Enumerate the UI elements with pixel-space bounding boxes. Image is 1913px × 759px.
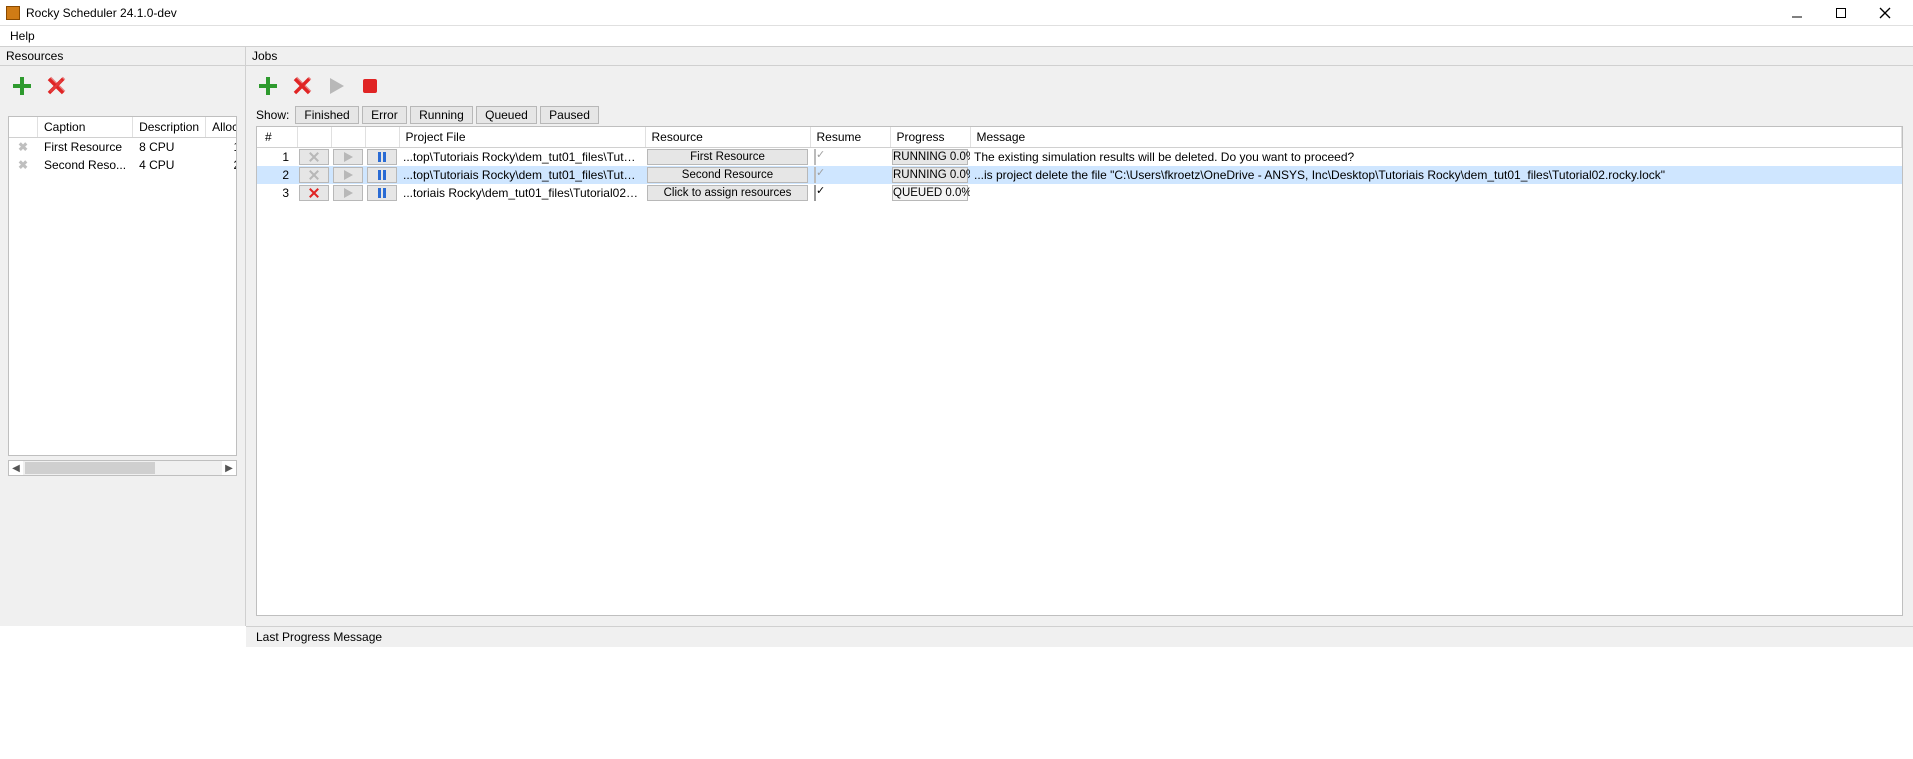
col-allocated[interactable]: Allocated	[206, 117, 237, 138]
job-row[interactable]: 3 ...toriais Rocky\dem_tut01_files\Tutori…	[257, 184, 1902, 202]
col-resume[interactable]: Resume	[810, 127, 890, 148]
close-button[interactable]	[1863, 0, 1907, 26]
col-message[interactable]: Message	[970, 127, 1902, 148]
resource-allocated: 2	[206, 156, 237, 174]
job-play-icon[interactable]	[333, 185, 363, 201]
job-message: ...is project delete the file "C:\Users\…	[970, 166, 1902, 184]
job-num: 3	[257, 184, 297, 202]
col-progress[interactable]: Progress	[890, 127, 970, 148]
resources-hscroll[interactable]: ◀ ▶	[8, 460, 237, 476]
col-num[interactable]: #	[257, 127, 297, 148]
job-pause-icon[interactable]	[367, 185, 397, 201]
minimize-button[interactable]	[1775, 0, 1819, 26]
job-resource-button[interactable]: First Resource	[647, 149, 808, 165]
statusbar: Last Progress Message	[246, 626, 1913, 647]
remove-job-button[interactable]	[290, 74, 314, 98]
resource-row[interactable]: ✖ Second Reso...4 CPU2	[9, 156, 237, 174]
scroll-right-icon[interactable]: ▶	[222, 461, 236, 475]
jobs-title: Jobs	[246, 46, 1913, 66]
delete-icon[interactable]: ✖	[15, 158, 31, 172]
job-resource-button[interactable]: Click to assign resources	[647, 185, 808, 201]
job-project-file: ...toriais Rocky\dem_tut01_files\Tutoria…	[399, 184, 645, 202]
add-resource-button[interactable]	[10, 74, 34, 98]
resource-allocated: 1	[206, 138, 237, 157]
col-blank	[9, 117, 38, 138]
job-project-file: ...top\Tutoriais Rocky\dem_tut01_files\T…	[399, 166, 645, 184]
col-resource[interactable]: Resource	[645, 127, 810, 148]
job-num: 2	[257, 166, 297, 184]
resources-toolbar	[0, 66, 245, 106]
job-cancel-icon[interactable]	[299, 149, 329, 165]
filter-finished[interactable]: Finished	[295, 106, 358, 124]
filter-bar: Show: Finished Error Running Queued Paus…	[246, 106, 1913, 124]
remove-resource-button[interactable]	[44, 74, 68, 98]
col-project[interactable]: Project File	[399, 127, 645, 148]
job-message	[970, 184, 1902, 202]
job-row[interactable]: 2 ...top\Tutoriais Rocky\dem_tut01_files\…	[257, 166, 1902, 184]
job-resume-checkbox[interactable]	[814, 149, 816, 165]
window-title: Rocky Scheduler 24.1.0-dev	[26, 6, 177, 20]
filter-running[interactable]: Running	[410, 106, 473, 124]
job-cancel-icon[interactable]	[299, 167, 329, 183]
job-play-icon[interactable]	[333, 149, 363, 165]
resources-title: Resources	[0, 46, 245, 66]
titlebar: Rocky Scheduler 24.1.0-dev	[0, 0, 1913, 26]
job-resource-button[interactable]: Second Resource	[647, 167, 808, 183]
resources-table[interactable]: Caption Description Allocated ✖ First Res…	[8, 116, 237, 456]
col-description[interactable]: Description	[133, 117, 206, 138]
resource-description: 8 CPU	[133, 138, 206, 157]
job-message: The existing simulation results will be …	[970, 148, 1902, 167]
resource-description: 4 CPU	[133, 156, 206, 174]
job-num: 1	[257, 148, 297, 167]
job-resume-checkbox[interactable]	[814, 167, 816, 183]
resources-panel: Resources Caption Description	[0, 46, 246, 626]
resource-caption: First Resource	[38, 138, 133, 157]
job-progress: RUNNING 0.0%	[892, 149, 968, 165]
job-project-file: ...top\Tutoriais Rocky\dem_tut01_files\T…	[399, 148, 645, 167]
play-button[interactable]	[324, 74, 348, 98]
job-progress: QUEUED 0.0%	[892, 185, 968, 201]
last-progress-label: Last Progress Message	[256, 630, 382, 644]
job-progress: RUNNING 0.0%	[892, 167, 968, 183]
job-resume-checkbox[interactable]	[814, 185, 816, 201]
jobs-table[interactable]: # Project File Resource Resume Progress …	[256, 126, 1903, 616]
filter-paused[interactable]: Paused	[540, 106, 599, 124]
resource-caption: Second Reso...	[38, 156, 133, 174]
resource-row[interactable]: ✖ First Resource8 CPU1	[9, 138, 237, 157]
filter-label: Show:	[256, 108, 289, 122]
add-job-button[interactable]	[256, 74, 280, 98]
app-icon	[6, 6, 20, 20]
job-pause-icon[interactable]	[367, 167, 397, 183]
filter-error[interactable]: Error	[362, 106, 407, 124]
scroll-left-icon[interactable]: ◀	[9, 461, 23, 475]
job-play-icon[interactable]	[333, 167, 363, 183]
delete-icon[interactable]: ✖	[15, 140, 31, 154]
jobs-panel: Jobs Show: Finished Error Running Queued…	[246, 46, 1913, 626]
job-row[interactable]: 1 ...top\Tutoriais Rocky\dem_tut01_files\…	[257, 148, 1902, 167]
filter-queued[interactable]: Queued	[476, 106, 537, 124]
col-caption[interactable]: Caption	[38, 117, 133, 138]
jobs-toolbar	[246, 66, 1913, 106]
menu-help[interactable]: Help	[4, 27, 41, 45]
scroll-thumb[interactable]	[25, 462, 155, 474]
menubar: Help	[0, 26, 1913, 46]
maximize-button[interactable]	[1819, 0, 1863, 26]
job-pause-icon[interactable]	[367, 149, 397, 165]
job-cancel-icon[interactable]	[299, 185, 329, 201]
stop-button[interactable]	[358, 74, 382, 98]
